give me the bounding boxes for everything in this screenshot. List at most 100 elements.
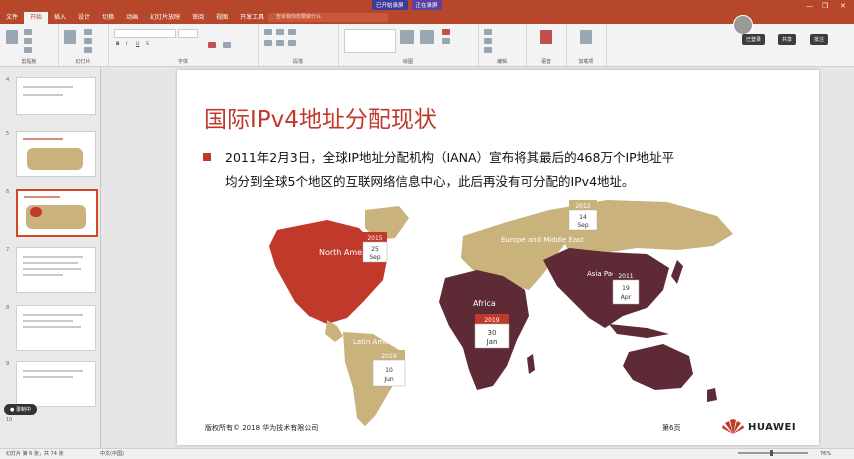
footer-page-number: 第6页: [662, 424, 681, 432]
bold-icon[interactable]: B: [116, 42, 119, 47]
replace-icon[interactable]: [484, 38, 492, 44]
font-color-icon[interactable]: [208, 42, 216, 48]
reset-icon[interactable]: [84, 38, 92, 44]
zoom-slider-knob[interactable]: [770, 450, 773, 456]
minimize-icon[interactable]: —: [806, 0, 813, 12]
format-painter-icon[interactable]: [24, 47, 32, 53]
italic-icon[interactable]: I: [126, 42, 127, 47]
world-map: North America Europe and Middle East Asi…: [269, 200, 733, 426]
tab-home[interactable]: 开始: [24, 12, 49, 24]
status-bar: 幻灯片 第 6 张，共 74 张 中文(中国) 76%: [0, 448, 854, 459]
group-label: 编辑: [496, 59, 507, 65]
underline-icon[interactable]: U: [136, 42, 139, 47]
floating-recorder-button[interactable]: ● 录制中: [4, 404, 37, 415]
font-size-select[interactable]: [178, 29, 198, 38]
new-slide-icon[interactable]: [64, 30, 76, 44]
align-left-icon[interactable]: [264, 40, 272, 46]
slide-thumbnail[interactable]: [16, 131, 96, 177]
cut-icon[interactable]: [24, 29, 32, 35]
ribbon-group-font: B I U S 字体: [108, 24, 259, 66]
shapes-gallery[interactable]: [344, 29, 396, 53]
svg-text:2015: 2015: [367, 235, 382, 242]
svg-text:2014: 2014: [381, 353, 396, 360]
svg-text:2011: 2011: [618, 273, 633, 280]
copy-icon[interactable]: [24, 38, 32, 44]
group-label: 语音: [540, 59, 551, 65]
ribbon-group-slides: 幻灯片: [58, 24, 109, 66]
numbering-icon[interactable]: [276, 29, 284, 35]
tab-transitions[interactable]: 切换: [96, 12, 120, 24]
tab-design[interactable]: 设计: [72, 12, 96, 24]
tab-insert[interactable]: 插入: [48, 12, 72, 24]
svg-text:Jun: Jun: [383, 376, 394, 383]
dictate-icon[interactable]: [540, 30, 552, 44]
svg-text:30: 30: [488, 329, 497, 337]
comment-button[interactable]: 批注: [810, 34, 829, 45]
region-label-europe: Europe and Middle East: [501, 236, 584, 244]
slide-canvas[interactable]: 国际IPv4地址分配现状 2011年2月3日，全球IP地址分配机构（IANA）宣…: [177, 70, 819, 445]
share-button[interactable]: 共享: [778, 34, 797, 45]
slide-thumbnail-pane[interactable]: 4 5 6 7 8 9 10: [0, 67, 101, 448]
svg-text:19: 19: [622, 285, 630, 292]
select-icon[interactable]: [484, 47, 492, 53]
highlight-icon[interactable]: [223, 42, 231, 48]
shape-fill-icon[interactable]: [442, 29, 450, 35]
strikethrough-icon[interactable]: S: [146, 42, 149, 47]
user-button[interactable]: 已登录: [742, 34, 766, 45]
slide-thumbnail[interactable]: [16, 247, 96, 293]
tab-view[interactable]: 视图: [210, 12, 234, 24]
svg-text:Apr: Apr: [621, 294, 632, 301]
group-label: 绘图: [402, 59, 413, 65]
recording-badge-1[interactable]: 已开始录屏: [372, 0, 408, 10]
indent-icon[interactable]: [288, 29, 296, 35]
ribbon-group-addins: 加载项: [566, 24, 607, 66]
zoom-slider[interactable]: [738, 452, 808, 454]
logo-text: HUAWEI: [748, 422, 797, 433]
close-icon[interactable]: ✕: [840, 0, 846, 12]
slide-thumbnail-selected[interactable]: [16, 189, 98, 237]
tab-developer[interactable]: 开发工具: [234, 12, 270, 24]
footer-copyright: 版权所有© 2018 华为技术有限公司: [205, 424, 319, 432]
align-right-icon[interactable]: [288, 40, 296, 46]
tab-review[interactable]: 审阅: [186, 12, 210, 24]
bullets-icon[interactable]: [264, 29, 272, 35]
layout-icon[interactable]: [84, 29, 92, 35]
region-label-africa: Africa: [473, 299, 496, 308]
australia-shape: [623, 344, 693, 390]
slide-thumbnail[interactable]: [16, 77, 96, 115]
ribbon-group-voice: 语音: [526, 24, 567, 66]
slide-thumbnail[interactable]: [16, 361, 96, 407]
quick-styles-icon[interactable]: [420, 30, 434, 44]
slide-thumbnail[interactable]: [16, 305, 96, 351]
section-icon[interactable]: [84, 47, 92, 53]
align-center-icon[interactable]: [276, 40, 284, 46]
ribbon: 剪贴板 幻灯片 B I U S 字体 段落 绘图 编辑 语音 加载项: [0, 24, 854, 67]
date-card-europe: 2012 14 Sep: [568, 200, 598, 231]
addins-icon[interactable]: [580, 30, 592, 44]
svg-text:10: 10: [385, 367, 393, 374]
japan-shape: [671, 260, 683, 284]
restore-icon[interactable]: ❐: [822, 0, 828, 12]
ribbon-group-paragraph: 段落: [258, 24, 339, 66]
avatar[interactable]: [733, 15, 753, 35]
recording-badges: 已开始录屏 正在录屏: [372, 0, 442, 10]
date-card-latin-america: 2014 10 Jun: [372, 350, 406, 387]
tab-file[interactable]: 文件: [0, 12, 24, 24]
thumb-number: 8: [6, 305, 10, 311]
find-icon[interactable]: [484, 29, 492, 35]
tab-animations[interactable]: 动画: [120, 12, 144, 24]
font-name-select[interactable]: [114, 29, 176, 38]
group-label: 字体: [177, 59, 188, 65]
svg-text:25: 25: [371, 246, 379, 253]
shape-outline-icon[interactable]: [442, 38, 450, 44]
arrange-icon[interactable]: [400, 30, 414, 44]
thumb-number: 5: [6, 131, 10, 137]
recording-badge-2[interactable]: 正在录屏: [411, 0, 442, 10]
region-label-latin-america: Latin America: [353, 338, 401, 346]
tab-slideshow[interactable]: 幻灯片放映: [144, 12, 186, 24]
paste-icon[interactable]: [6, 30, 18, 44]
group-label: 段落: [292, 59, 303, 65]
ribbon-group-drawing: 绘图: [338, 24, 479, 66]
search-input[interactable]: 告诉我你想要做什么: [268, 13, 388, 22]
indonesia-shape: [609, 324, 669, 338]
